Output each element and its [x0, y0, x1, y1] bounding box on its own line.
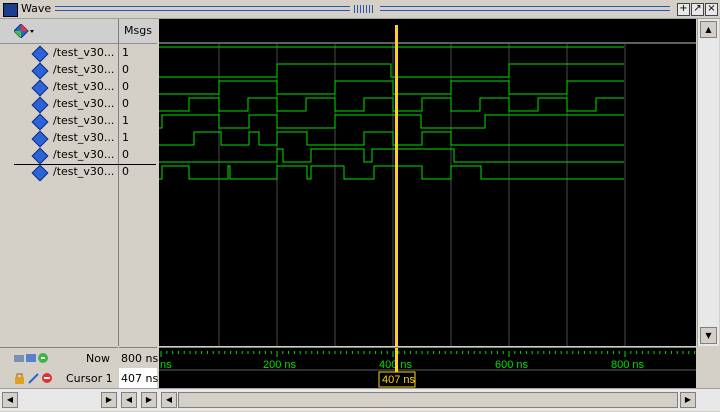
time-axis[interactable]: ns 200 ns 400 ns 600 ns 800 ns 407 ns [159, 347, 696, 388]
signal-toolbar-icon[interactable] [13, 23, 34, 39]
window-title: Wave [21, 2, 52, 15]
signal-row[interactable]: /test_v30... 0 [0, 164, 157, 182]
cursor-value: 407 ns [121, 372, 159, 385]
signal-waveform [159, 165, 624, 180]
cursor-toolbar-icons[interactable] [14, 352, 52, 364]
undock-icon[interactable]: ↗ [691, 3, 704, 16]
signal-value: 0 [122, 63, 129, 76]
signal-diamond-icon [31, 45, 49, 63]
window-drag-grip[interactable] [354, 5, 374, 13]
signal-row[interactable]: /test_v30... 1 [0, 130, 157, 148]
signal-diamond-icon [31, 62, 49, 80]
signal-diamond-icon [31, 79, 49, 97]
msgs-header: Msgs [119, 19, 157, 44]
signal-name: /test_v30... [53, 97, 115, 110]
close-icon[interactable]: × [705, 3, 718, 16]
signal-value: 0 [122, 165, 129, 178]
time-tick-label: 800 ns [611, 359, 645, 371]
scroll-down-icon[interactable]: ▼ [700, 327, 717, 344]
cursor-line [395, 25, 398, 346]
signal-value: 0 [122, 80, 129, 93]
signal-waveform [159, 114, 624, 129]
add-icon[interactable]: + [677, 3, 690, 16]
signal-name: /test_v30... [53, 46, 115, 59]
signal-diamond-icon [31, 130, 49, 148]
signal-diamond-icon [31, 147, 49, 165]
signal-row[interactable]: /test_v30... 0 [0, 147, 157, 165]
signal-waveform [159, 63, 624, 78]
cursor-values-pane: 800 ns 407 ns [119, 347, 159, 388]
names-scroll-right-icon[interactable]: ▶ [101, 392, 117, 408]
signal-name: /test_v30... [53, 80, 115, 93]
names-scroll-left-icon[interactable]: ◀ [2, 392, 18, 408]
signal-value: 0 [122, 97, 129, 110]
signal-row[interactable]: /test_v30... 1 [0, 113, 157, 131]
vertical-scrollbar[interactable]: ▲ ▼ [697, 19, 719, 346]
cursor-lock-edit-icons[interactable] [14, 372, 54, 384]
signal-row[interactable]: /test_v30... 0 [0, 62, 157, 80]
signal-waveform [159, 97, 624, 112]
signal-row[interactable]: /test_v30... 1 [0, 45, 157, 63]
cursor-names-pane: Now Cursor 1 [0, 347, 118, 388]
row-marker-line [14, 164, 156, 165]
cursor-readout: 407 ns [382, 374, 416, 386]
now-value: 800 ns [121, 352, 159, 365]
signal-waveform [159, 131, 624, 146]
wave-window-icon [3, 3, 18, 17]
time-tick-label: 600 ns [495, 359, 529, 371]
now-label: Now [86, 352, 110, 365]
signal-row[interactable]: /test_v30... 0 [0, 96, 157, 114]
signal-diamond-icon [31, 164, 49, 182]
signal-waveform [159, 148, 624, 163]
signal-name: /test_v30... [53, 148, 115, 161]
names-header [0, 19, 118, 44]
signal-name: /test_v30... [53, 165, 115, 178]
title-bar: Wave + ↗ × [0, 0, 720, 19]
signal-name: /test_v30... [53, 63, 115, 76]
signal-diamond-icon [31, 96, 49, 114]
signal-name: /test_v30... [53, 114, 115, 127]
values-scroll-left-icon[interactable]: ◀ [121, 392, 137, 408]
signal-value: 1 [122, 46, 129, 59]
waveform-area[interactable] [159, 19, 696, 346]
signal-waveform [159, 80, 624, 95]
cursor-label: Cursor 1 [66, 372, 113, 385]
values-scroll-right-icon[interactable]: ▶ [141, 392, 157, 408]
time-tick-label: ns [160, 359, 172, 371]
signal-value: 1 [122, 131, 129, 144]
signal-row[interactable]: /test_v30... 0 [0, 79, 157, 97]
time-tick-label: 200 ns [263, 359, 297, 371]
wave-scroll-left-icon[interactable]: ◀ [161, 392, 177, 408]
signal-diamond-icon [31, 113, 49, 131]
wave-scroll-thumb[interactable] [178, 392, 678, 408]
scroll-up-icon[interactable]: ▲ [700, 21, 717, 38]
signal-value: 1 [122, 114, 129, 127]
wave-scroll-right-icon[interactable]: ▶ [680, 392, 696, 408]
horizontal-scrollbar-row: ◀ ▶ ◀ ▶ ◀ ▶ [0, 388, 720, 411]
cursor-line-axis [395, 348, 398, 372]
signal-name: /test_v30... [53, 131, 115, 144]
signal-value: 0 [122, 148, 129, 161]
